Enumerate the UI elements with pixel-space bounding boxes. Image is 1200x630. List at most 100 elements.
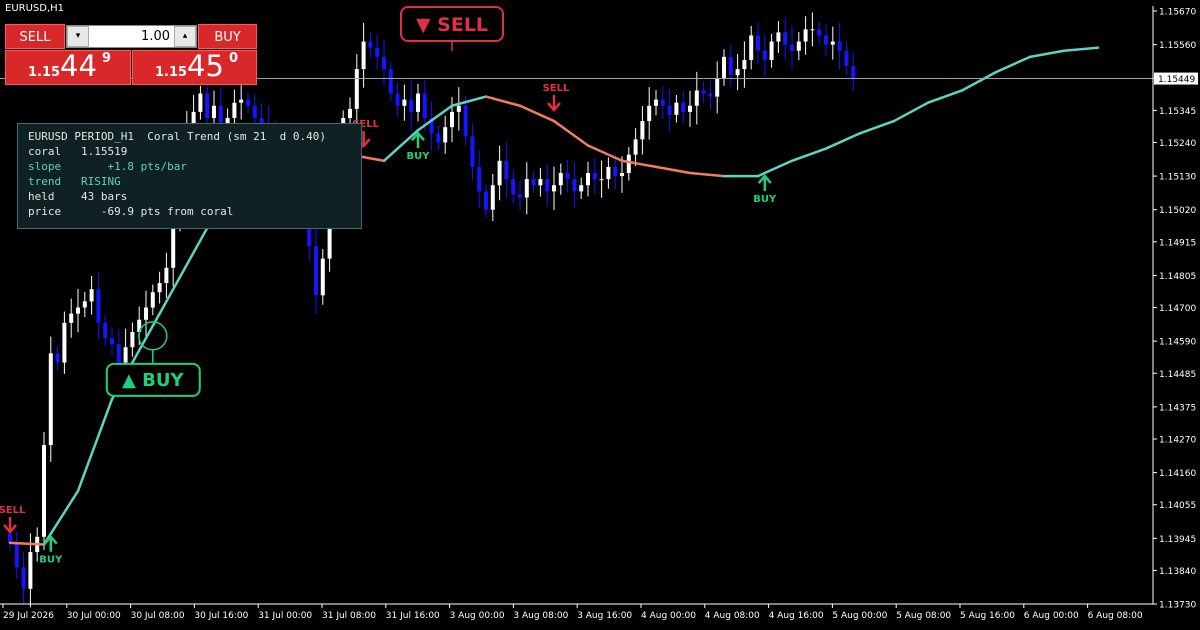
candle-body [110,338,114,345]
candle-body [552,185,556,192]
candle-body [824,35,828,45]
candle-body [518,194,522,198]
candle-body [116,344,121,363]
sell-signal-label: SELL [0,505,26,516]
candle-body [150,292,155,308]
candle-body [463,105,468,137]
price-tick-label: 1.13840 [1159,567,1196,577]
price-chart[interactable]: SELL BUY SELL BUY SELL BUY 1.15670 1.15560 1.15… [0,0,1200,630]
ask-price-button[interactable]: 1.15 45 0 [132,49,257,85]
candle-body [232,102,237,118]
price-tick-label: 1.13945 [1159,535,1196,545]
candle-body [538,179,543,186]
candle-body [681,102,686,112]
candle-body [783,32,788,45]
candle-body [470,136,475,167]
candle-body [844,50,849,67]
time-tick-label: 30 Jul 08:00 [131,611,185,621]
buy-button[interactable]: BUY [198,24,257,49]
candle-body [796,41,801,51]
price-tick-label: 1.14805 [1159,272,1196,282]
candle-body [239,99,244,103]
bid-price-button[interactable]: 1.15 44 9 [5,49,131,85]
candle-body [422,93,427,118]
price-tick-label: 1.14590 [1159,338,1196,348]
time-tick-label: 31 Jul 08:00 [322,611,376,621]
sell-signal-label: SELL [543,83,570,94]
coral-info-panel: EURUSD PERIOD_H1 Coral Trend (sm 21 d 0.… [17,123,362,229]
bid-price-pips: 44 [60,49,97,83]
price-tick-label: 1.14270 [1159,435,1196,445]
candle-body [599,179,604,181]
candle-body [395,93,400,106]
candle-body [382,56,386,70]
candle-body [490,185,495,210]
price-tick-label: 1.15670 [1159,8,1196,18]
candle-body [361,41,366,70]
time-tick-label: 6 Aug 00:00 [1024,611,1079,621]
candle-body [416,93,420,112]
info-label: slope [28,160,62,173]
price-axis[interactable]: 1.156701.155601.154501.153451.152401.151… [1152,0,1200,630]
candle-body [123,347,128,363]
lot-decrease-button[interactable]: ▾ [67,26,89,47]
info-row-price: price -69.9 pts from coral [28,204,361,219]
info-row-trend: trend RISING [28,174,361,189]
candle-body [375,47,380,57]
price-tick-label: 1.14485 [1159,370,1196,380]
candle-body [572,179,577,192]
candle-body [164,267,169,284]
buy-signal-label: BUY [407,151,431,162]
info-value: 43 bars [81,190,128,203]
candle-body [837,41,842,51]
candle-body [633,139,638,155]
candle-body [477,166,482,192]
lot-size-stepper: ▾ ▴ [66,25,197,48]
time-tick-label: 4 Aug 16:00 [769,611,824,621]
time-tick-label: 30 Jul 00:00 [67,611,121,621]
candle-body [674,102,679,115]
info-label: trend [28,175,62,188]
info-value: RISING [81,175,121,188]
candle-body [769,41,774,60]
candle-body [436,133,441,143]
candle-body [8,533,12,543]
price-tick-label: 1.15130 [1159,173,1196,183]
candle-body [626,154,631,174]
price-tick-label: 1.15020 [1159,206,1196,216]
candle-body [252,105,257,118]
bid-price-prefix: 1.15 [28,65,61,80]
candle-body [198,93,203,112]
ask-price-fraction: 0 [229,51,239,66]
time-tick-label: 3 Aug 16:00 [577,611,632,621]
info-value: 1.15519 [81,145,128,158]
info-header: EURUSD PERIOD_H1 Coral Trend (sm 21 d 0.… [28,130,327,143]
info-row-slope: slope +1.8 pts/bar [28,159,361,174]
lot-increase-button[interactable]: ▴ [174,26,196,47]
candle-body [28,552,33,589]
sell-button[interactable]: SELL [5,24,65,49]
lot-size-input[interactable] [90,26,174,47]
candle-body [320,258,325,296]
time-tick-label: 3 Aug 08:00 [513,611,568,621]
candle-body [96,289,101,323]
candle-body [742,59,747,70]
candle-body [144,307,148,320]
candle-body [82,301,87,308]
candle-body [701,90,706,94]
candle-body [450,111,454,128]
candle-body [314,246,318,296]
candle-body [62,322,67,363]
candle-body [484,191,488,210]
candle-body [708,93,713,97]
time-tick-label: 5 Aug 00:00 [832,611,887,621]
price-tick-label: 1.14700 [1159,304,1196,314]
candle-body [409,99,414,112]
candle-body [524,179,529,198]
info-label: coral [28,145,62,158]
price-tick-label: 1.14375 [1159,403,1196,413]
candle-body [368,41,373,48]
price-tick-label: 1.15240 [1159,139,1196,149]
time-tick-label: 5 Aug 16:00 [960,611,1015,621]
candle-body [545,179,550,192]
